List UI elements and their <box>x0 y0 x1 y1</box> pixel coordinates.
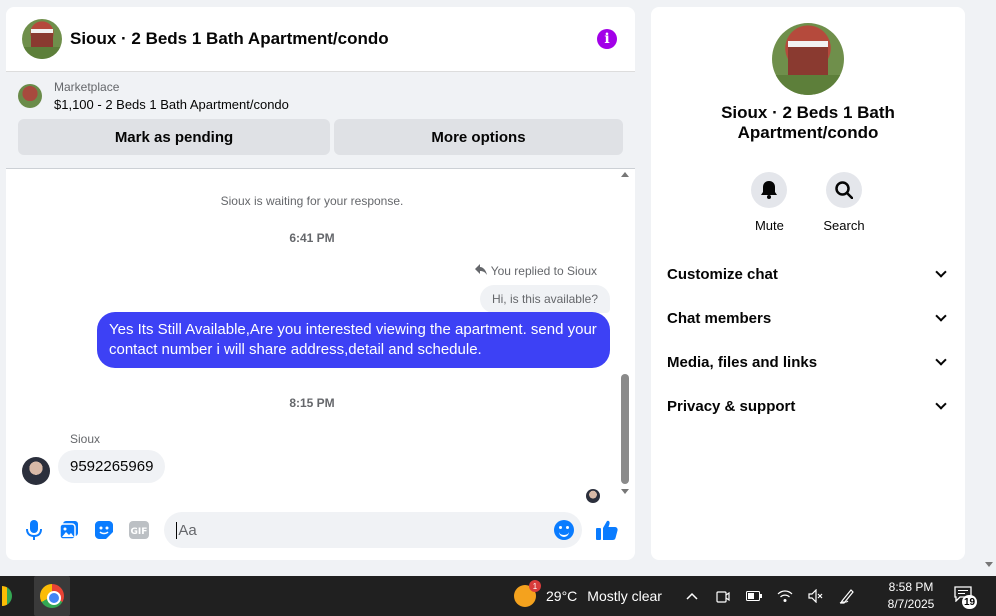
chat-details-panel: Sioux · 2 Beds 1 Bath Apartment/condo Mu… <box>651 7 965 560</box>
chat-title[interactable]: Sioux · 2 Beds 1 Bath Apartment/condo <box>70 29 597 49</box>
wifi-icon[interactable] <box>777 588 793 604</box>
chat-header: Sioux · 2 Beds 1 Bath Apartment/condo i <box>6 7 635 72</box>
menu-item-label: Customize chat <box>667 265 778 283</box>
sender-name: Sioux <box>70 432 101 446</box>
message-scrollbar[interactable] <box>620 170 630 500</box>
clock-date: 8/7/2025 <box>887 597 935 611</box>
photo-icon[interactable] <box>51 512 86 548</box>
weather-badge: 1 <box>529 580 541 592</box>
chevron-down-icon <box>935 354 947 366</box>
conversation-actions: Mute Search <box>651 172 965 233</box>
details-menu: Customize chat Chat members Media, files… <box>651 252 965 428</box>
conversation-title: Sioux · 2 Beds 1 Bath Apartment/condo <box>721 103 895 142</box>
taskbar-app-partial[interactable] <box>0 576 14 616</box>
timestamp: 6:41 PM <box>289 231 335 245</box>
chevron-down-icon <box>935 398 947 410</box>
notification-count: 19 <box>962 595 978 609</box>
menu-privacy-support[interactable]: Privacy & support <box>651 384 965 428</box>
conversation-avatar[interactable] <box>772 23 844 95</box>
info-icon[interactable]: i <box>597 29 617 49</box>
svg-text:GIF: GIF <box>130 527 147 537</box>
chat-panel: Sioux · 2 Beds 1 Bath Apartment/condo i … <box>6 7 635 560</box>
sticker-icon[interactable] <box>86 512 121 548</box>
volume-muted-icon[interactable] <box>808 588 824 604</box>
chevron-down-icon <box>935 310 947 322</box>
menu-chat-members[interactable]: Chat members <box>651 296 965 340</box>
microphone-icon[interactable] <box>16 512 51 548</box>
quoted-message[interactable]: Hi, is this available? <box>479 285 610 313</box>
emoji-icon[interactable] <box>553 520 574 540</box>
sender-avatar[interactable] <box>22 457 50 485</box>
mute-button[interactable]: Mute <box>751 172 788 233</box>
gif-icon[interactable]: GIF <box>121 512 156 548</box>
search-button[interactable]: Search <box>823 172 865 233</box>
temperature: 29°C <box>546 588 578 604</box>
chrome-icon <box>2 586 12 606</box>
mute-label: Mute <box>754 218 784 233</box>
taskbar-chrome[interactable] <box>34 576 70 616</box>
chrome-icon <box>40 584 64 608</box>
meet-now-icon[interactable] <box>715 588 731 604</box>
reply-icon <box>474 264 487 278</box>
mark-pending-button[interactable]: Mark as pending <box>18 119 330 155</box>
listing-title: $1,100 - 2 Beds 1 Bath Apartment/condo <box>54 97 289 112</box>
replied-indicator: You replied to Sioux <box>474 264 597 278</box>
timestamp: 8:15 PM <box>289 396 335 410</box>
menu-item-label: Media, files and links <box>667 353 818 371</box>
pen-icon[interactable] <box>839 588 855 604</box>
system-tray <box>684 576 855 616</box>
scroll-up-arrow[interactable] <box>621 172 629 177</box>
thumbs-up-icon[interactable] <box>590 512 625 548</box>
incoming-message[interactable]: 9592265969 <box>58 450 166 483</box>
outgoing-message[interactable]: Yes Its Still Available,Are you interest… <box>97 312 610 368</box>
message-list: Sioux is waiting for your response. 6:41… <box>6 170 635 503</box>
composer: GIF <box>6 500 635 560</box>
search-label: Search <box>823 218 865 233</box>
waiting-notice: Sioux is waiting for your response. <box>220 194 404 208</box>
message-input-box[interactable] <box>164 512 582 548</box>
marketplace-banner: Marketplace $1,100 - 2 Beds 1 Bath Apart… <box>6 72 635 169</box>
page-scroll-down-arrow[interactable] <box>985 562 993 567</box>
notification-center[interactable]: 19 <box>954 586 978 609</box>
scrollbar-thumb[interactable] <box>621 374 629 484</box>
weather-widget[interactable]: 1 29°C Mostly clear <box>514 576 662 616</box>
chevron-up-icon[interactable] <box>684 588 700 604</box>
menu-customize-chat[interactable]: Customize chat <box>651 252 965 296</box>
weather-moon-icon: 1 <box>514 580 541 607</box>
scroll-down-arrow[interactable] <box>621 489 629 494</box>
listing-thumbnail <box>18 84 42 108</box>
weather-text: Mostly clear <box>587 588 662 604</box>
battery-icon[interactable] <box>746 588 762 604</box>
marketplace-listing[interactable]: Marketplace $1,100 - 2 Beds 1 Bath Apart… <box>18 80 623 112</box>
chevron-down-icon <box>935 266 947 278</box>
menu-media-files-links[interactable]: Media, files and links <box>651 340 965 384</box>
taskbar: 1 29°C Mostly clear 8:58 PM 8/7/2025 19 <box>0 576 996 616</box>
menu-item-label: Privacy & support <box>667 397 796 415</box>
message-input[interactable] <box>176 521 554 539</box>
marketplace-label: Marketplace <box>54 80 120 94</box>
search-icon[interactable] <box>825 172 862 208</box>
system-clock[interactable]: 8:58 PM 8/7/2025 <box>880 579 942 613</box>
more-options-button[interactable]: More options <box>334 119 623 155</box>
bell-icon[interactable] <box>751 172 788 208</box>
clock-time: 8:58 PM <box>888 580 934 594</box>
menu-item-label: Chat members <box>667 309 772 327</box>
replied-label: You replied to Sioux <box>490 264 597 278</box>
chat-avatar[interactable] <box>22 19 62 59</box>
